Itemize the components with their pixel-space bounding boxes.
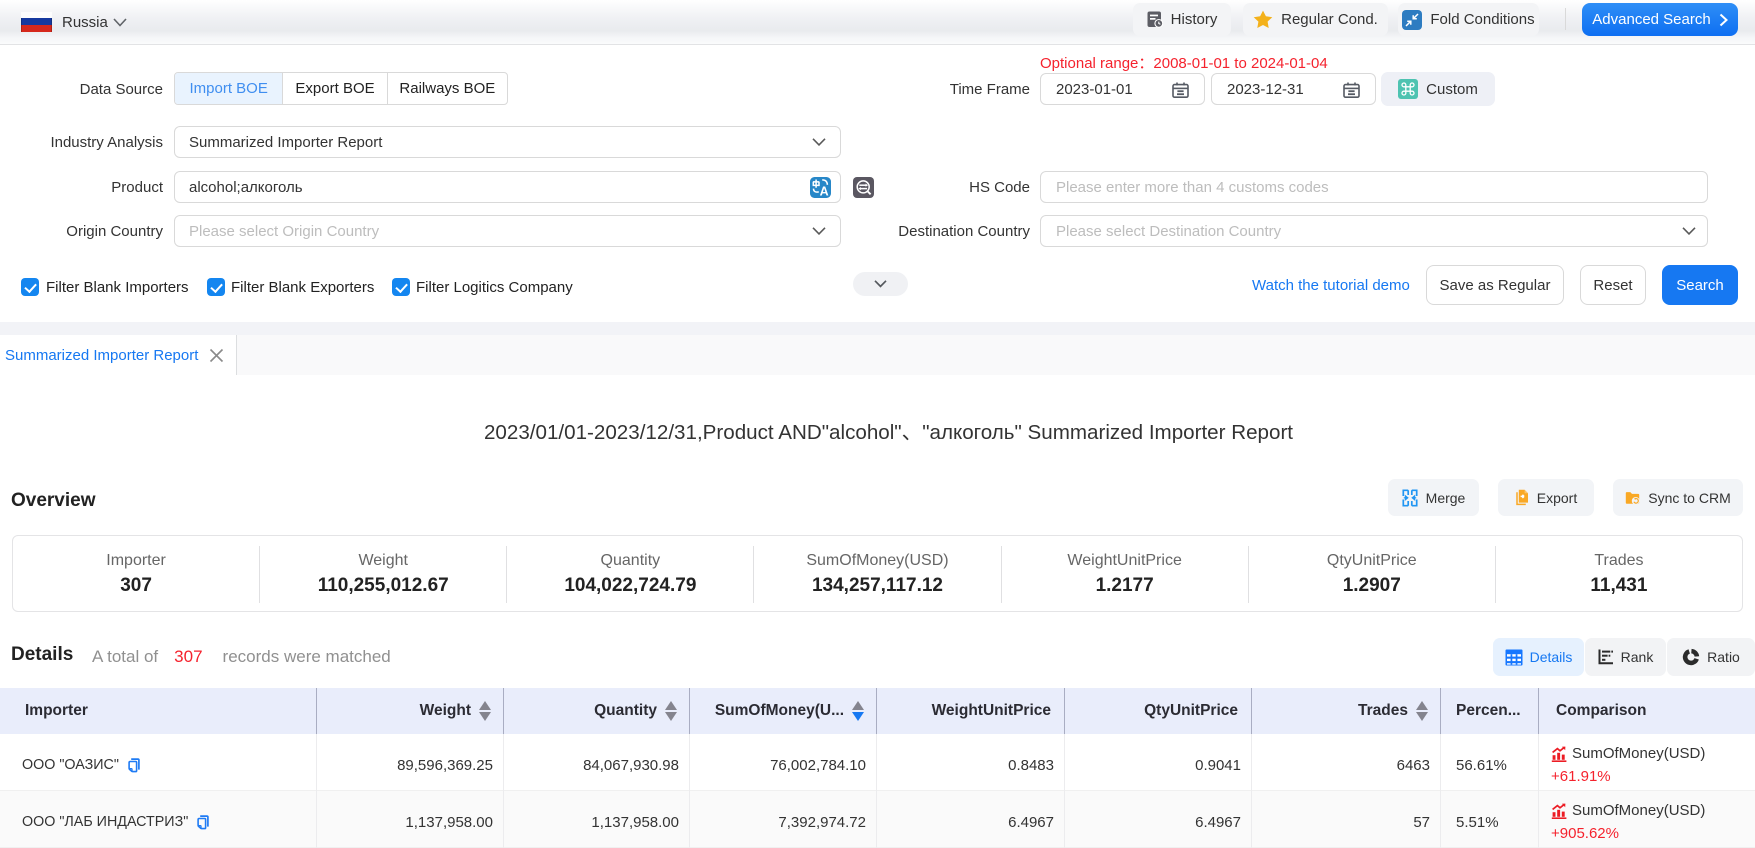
svg-text:A: A [820, 185, 829, 198]
